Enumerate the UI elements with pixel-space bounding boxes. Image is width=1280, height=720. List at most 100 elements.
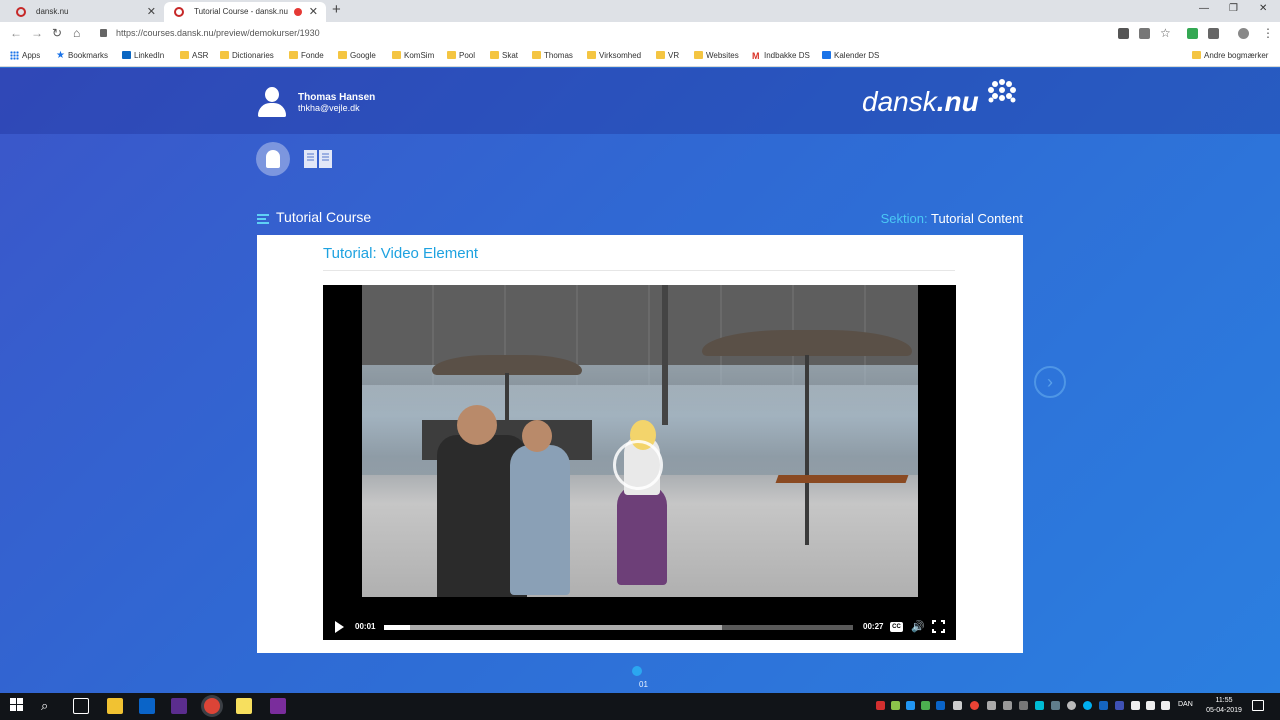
star-icon: ★ bbox=[56, 50, 65, 61]
tray-icon[interactable] bbox=[970, 701, 979, 710]
bookmark-komsim[interactable]: KomSim bbox=[392, 46, 434, 66]
scene-table bbox=[775, 475, 909, 483]
close-tab-icon[interactable]: ✕ bbox=[147, 2, 156, 22]
tray-icon[interactable] bbox=[936, 701, 945, 710]
bookmark-indbakke-ds[interactable]: M Indbakke DS bbox=[752, 46, 810, 66]
home-icon[interactable]: ⌂ bbox=[73, 26, 80, 40]
url-text[interactable]: https://courses.dansk.nu/preview/demokur… bbox=[116, 28, 320, 38]
minimize-window-icon[interactable]: — bbox=[1199, 3, 1209, 14]
video-player[interactable]: 00:01 00:27 CC 🔊 bbox=[323, 285, 956, 640]
gmail-icon: M bbox=[752, 51, 760, 61]
tray-icon[interactable] bbox=[953, 701, 962, 710]
notifications-button[interactable] bbox=[256, 142, 290, 176]
screen-recorder-icon[interactable] bbox=[270, 698, 286, 714]
tray-icon[interactable] bbox=[1035, 701, 1044, 710]
scene-person-head bbox=[522, 420, 552, 452]
action-center-icon[interactable] bbox=[1252, 700, 1264, 711]
tray-icon[interactable] bbox=[876, 701, 885, 710]
bookmark-star-icon[interactable]: ☆ bbox=[1160, 26, 1171, 40]
bookmark-bookmarks[interactable]: ★ Bookmarks bbox=[56, 46, 108, 66]
menu-kebab-icon[interactable]: ⋮ bbox=[1262, 26, 1274, 40]
new-tab-button[interactable]: + bbox=[332, 1, 341, 18]
bookmark-fonde[interactable]: Fonde bbox=[289, 46, 324, 66]
restore-window-icon[interactable]: ❐ bbox=[1229, 3, 1238, 14]
tray-icon[interactable] bbox=[1003, 701, 1012, 710]
close-tab-icon[interactable]: ✕ bbox=[309, 2, 318, 22]
folder-icon bbox=[1192, 51, 1201, 59]
tray-icon[interactable] bbox=[1019, 701, 1028, 710]
course-title: Tutorial Course bbox=[276, 209, 372, 225]
linkedin-icon bbox=[122, 51, 131, 59]
close-window-icon[interactable]: ✕ bbox=[1259, 3, 1267, 14]
network-icon[interactable] bbox=[1146, 701, 1155, 710]
book-icon[interactable] bbox=[302, 148, 334, 170]
address-bar[interactable]: https://courses.dansk.nu/preview/demokur… bbox=[96, 24, 1108, 44]
bookmark-other[interactable]: Andre bogmærker bbox=[1192, 46, 1268, 66]
file-explorer-icon[interactable] bbox=[107, 698, 123, 714]
course-menu-icon[interactable] bbox=[257, 214, 269, 224]
outlook-icon[interactable] bbox=[139, 698, 155, 714]
tray-icon[interactable] bbox=[891, 701, 900, 710]
tray-icon[interactable] bbox=[987, 701, 996, 710]
closed-captions-icon[interactable]: CC bbox=[890, 622, 903, 632]
play-icon[interactable] bbox=[335, 621, 344, 633]
lock-icon bbox=[100, 29, 107, 37]
key-icon[interactable] bbox=[1139, 28, 1150, 39]
tray-icon[interactable] bbox=[1051, 701, 1060, 710]
scene-umbrella bbox=[702, 330, 912, 356]
bookmark-label: Skat bbox=[502, 51, 519, 60]
menu-line bbox=[257, 214, 269, 216]
browser-tab-tutorial-course[interactable]: Tutorial Course - dansk.nu ✕ bbox=[164, 2, 326, 22]
camera-icon[interactable] bbox=[1118, 28, 1129, 39]
tray-icon[interactable] bbox=[1067, 701, 1076, 710]
battery-icon[interactable] bbox=[1131, 701, 1140, 710]
search-icon[interactable]: ⌕ bbox=[41, 698, 57, 714]
pager-dot[interactable] bbox=[632, 666, 642, 676]
app-icon[interactable] bbox=[171, 698, 187, 714]
bookmark-skat[interactable]: Skat bbox=[490, 46, 518, 66]
folder-icon bbox=[490, 51, 499, 59]
menu-line bbox=[257, 222, 269, 224]
back-icon[interactable]: ← bbox=[10, 26, 22, 40]
bookmark-asr[interactable]: ASR bbox=[180, 46, 208, 66]
reload-icon[interactable]: ↻ bbox=[52, 26, 62, 40]
user-name: Thomas Hansen bbox=[298, 92, 376, 103]
bookmark-dictionaries[interactable]: Dictionaries bbox=[220, 46, 274, 66]
bookmark-label: KomSim bbox=[404, 51, 435, 60]
bookmark-vr[interactable]: VR bbox=[656, 46, 679, 66]
forward-icon[interactable]: → bbox=[31, 26, 43, 40]
tray-icon[interactable] bbox=[921, 701, 930, 710]
user-avatar-icon[interactable] bbox=[258, 87, 286, 117]
video-progress-bar[interactable] bbox=[384, 625, 853, 630]
tray-icon[interactable] bbox=[906, 701, 915, 710]
google-drive-icon[interactable] bbox=[1187, 28, 1198, 39]
fullscreen-icon[interactable] bbox=[931, 619, 946, 634]
bookmark-apps[interactable]: Apps bbox=[10, 46, 40, 66]
bookmark-virksomhed[interactable]: Virksomhed bbox=[587, 46, 641, 66]
bookmark-thomas[interactable]: Thomas bbox=[532, 46, 573, 66]
bookmark-websites[interactable]: Websites bbox=[694, 46, 739, 66]
bookmark-kalender-ds[interactable]: Kalender DS bbox=[822, 46, 879, 66]
clock-time: 11:55 bbox=[1215, 697, 1233, 704]
start-tile bbox=[10, 698, 16, 704]
skype-icon[interactable] bbox=[1083, 701, 1092, 710]
dansk-nu-logo[interactable]: dansk.nu bbox=[862, 86, 979, 118]
bookmark-pool[interactable]: Pool bbox=[447, 46, 475, 66]
bookmark-google[interactable]: Google bbox=[338, 46, 376, 66]
input-language[interactable]: DAN bbox=[1178, 701, 1193, 708]
browser-tab-dansk[interactable]: dansk.nu ✕ bbox=[6, 2, 164, 22]
windows-start-icon[interactable] bbox=[10, 698, 26, 714]
bookmark-linkedin[interactable]: LinkedIn bbox=[122, 46, 164, 66]
task-view-icon[interactable] bbox=[73, 698, 89, 714]
next-page-button[interactable]: › bbox=[1034, 366, 1066, 398]
clock[interactable]: 11:55 05-04-2019 bbox=[1202, 696, 1246, 716]
sticky-notes-icon[interactable] bbox=[236, 698, 252, 714]
chrome-icon[interactable] bbox=[204, 698, 220, 714]
volume-icon[interactable]: 🔊 bbox=[911, 620, 925, 633]
tray-icon[interactable] bbox=[1115, 701, 1124, 710]
volume-tray-icon[interactable] bbox=[1161, 701, 1170, 710]
bluetooth-icon[interactable] bbox=[1099, 701, 1108, 710]
profile-avatar-icon[interactable] bbox=[1238, 28, 1249, 39]
extension-shield-icon[interactable] bbox=[1208, 28, 1219, 39]
bookmark-label: ASR bbox=[192, 51, 209, 60]
